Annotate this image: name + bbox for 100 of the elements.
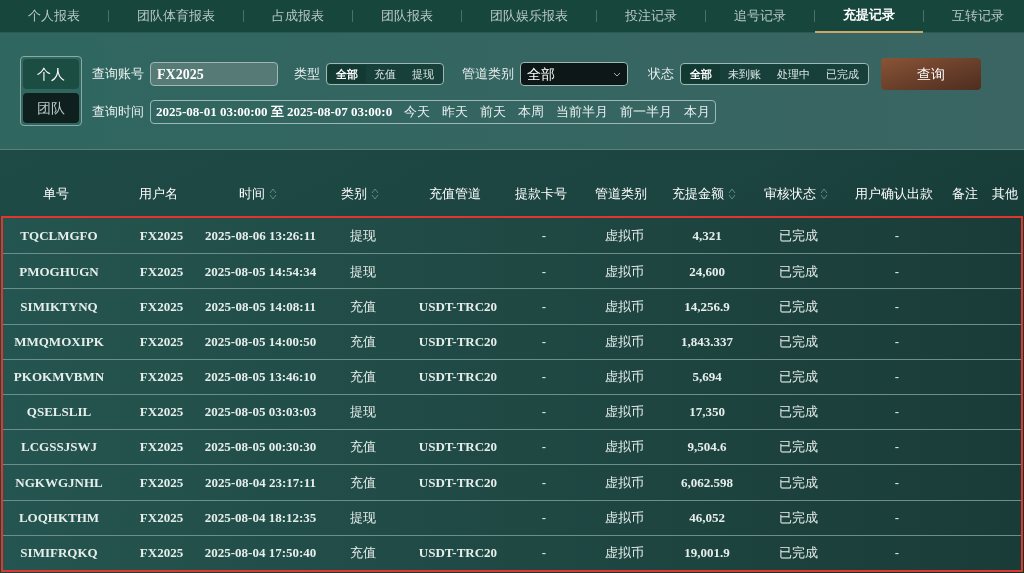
table-cell-text: USDT-TRC20 (418, 544, 498, 563)
table-cell-text: 已完成 (779, 262, 818, 281)
column-header[interactable]: 审核状态 (763, 184, 828, 204)
table-cell-text: 17,350 (689, 403, 725, 422)
tab[interactable]: 团队体育报表 (109, 0, 243, 33)
tab[interactable]: 个人报表 (0, 0, 108, 33)
column-header[interactable]: 单号 (43, 184, 69, 204)
segment-option[interactable]: 全部 (328, 65, 366, 83)
table-cell-text: - (541, 262, 547, 281)
quick-range-link[interactable]: 本月 (684, 102, 711, 122)
table-cell-text: 虚拟币 (604, 544, 644, 563)
scope-button[interactable]: 团队 (23, 93, 79, 123)
table-cell-text: 充值 (350, 438, 376, 457)
field-label: 状态 (648, 65, 674, 84)
segment-option[interactable]: 充值 (366, 65, 404, 83)
table-cell-text: 已完成 (779, 332, 818, 351)
table-cell-text: - (894, 403, 900, 422)
tab[interactable]: 团队娱乐报表 (462, 0, 596, 33)
table-cell-text: - (541, 438, 547, 457)
table-cell-text: - (541, 508, 547, 527)
pipe-select[interactable]: 全部 (520, 62, 628, 86)
table-cell-text: USDT-TRC20 (418, 438, 498, 457)
column-header[interactable]: 管道类别 (595, 184, 647, 204)
table-cell-text: 2025-08-05 03:03:03 (204, 403, 317, 422)
table-cell-text: 虚拟币 (604, 332, 644, 351)
table-cell-text: 2025-08-04 23:17:11 (205, 473, 316, 492)
chevron-down-icon (613, 71, 621, 77)
segment-option[interactable]: 提现 (404, 65, 442, 83)
account-field[interactable]: FX2025 (150, 62, 278, 86)
date-range-value[interactable]: 2025-08-01 03:00:00 至 2025-08-07 03:00:0 (156, 102, 393, 122)
table-cell-text: 虚拟币 (604, 226, 644, 245)
table-cell-text: - (894, 508, 900, 527)
tab[interactable]: 追号记录 (706, 0, 814, 33)
sort-icon[interactable] (371, 188, 379, 200)
table-cell-text: USDT-TRC20 (418, 368, 498, 387)
quick-range-link[interactable]: 昨天 (442, 102, 469, 122)
table-cell-text: - (541, 297, 547, 316)
table-cell-text: - (894, 473, 900, 492)
field-label: 类型 (294, 65, 320, 84)
column-header[interactable]: 其他 (991, 184, 1018, 204)
table-cell-text: 虚拟币 (604, 262, 644, 281)
column-header[interactable]: 提款卡号 (515, 184, 567, 204)
tab[interactable]: 占成报表 (244, 0, 352, 33)
table-cell-text: - (894, 262, 900, 281)
table-cell-text: 4,321 (692, 226, 722, 245)
column-header[interactable]: 用户确认出款 (855, 184, 933, 204)
table-cell-text: LOQHKTHM (18, 508, 100, 527)
sort-icon[interactable] (268, 188, 277, 200)
segment-option[interactable]: 已完成 (818, 65, 867, 83)
table-cell-text: SIMIFRQKQ (20, 544, 98, 563)
tab[interactable]: 互转记录 (924, 0, 1024, 33)
table-cell-text: 虚拟币 (604, 473, 644, 492)
segment-option[interactable]: 全部 (682, 65, 720, 83)
table-cell-text: 充值 (350, 368, 376, 387)
scope-button[interactable]: 个人 (23, 59, 79, 89)
table-cell-text: 充值 (350, 544, 376, 563)
table-cell-text: - (541, 403, 547, 422)
column-header[interactable]: 充值管道 (429, 184, 481, 204)
sort-icon[interactable] (819, 188, 828, 200)
table-cell-text: USDT-TRC20 (418, 473, 498, 492)
table-cell-text: 已完成 (779, 473, 818, 492)
table-cell-text: - (541, 368, 547, 387)
segment-option[interactable]: 处理中 (769, 65, 818, 83)
column-header[interactable]: 类别 (341, 184, 379, 204)
table-cell-text: 提现 (350, 403, 376, 422)
table-cell-text: 充值 (350, 332, 376, 351)
table-cell-text: MMQMOXIPK (14, 332, 104, 351)
table-cell-text: 虚拟币 (604, 403, 644, 422)
column-header[interactable]: 充提金额 (672, 184, 736, 204)
column-header[interactable]: 备注 (952, 184, 978, 204)
quick-range-link[interactable]: 前天 (480, 102, 507, 122)
tab[interactable]: 投注记录 (597, 0, 705, 33)
table-cell-text: 5,694 (692, 368, 722, 387)
field-label: 管道类别 (462, 65, 514, 84)
sort-icon[interactable] (728, 188, 736, 200)
table-cell-text: - (894, 544, 900, 563)
column-header[interactable]: 用户名 (139, 184, 178, 204)
table-cell-text: 提现 (350, 226, 376, 245)
table-cell-text: 提现 (350, 262, 376, 281)
table-cell-text: 虚拟币 (604, 297, 644, 316)
table-cell-text: - (541, 473, 547, 492)
quick-range-link[interactable]: 当前半月 (556, 102, 609, 122)
table-cell-text: NGKWGJNHL (15, 473, 103, 492)
quick-range-link[interactable]: 本周 (518, 102, 545, 122)
column-header[interactable]: 时间 (238, 184, 277, 204)
table-cell-text: TQCLMGFO (20, 226, 98, 245)
table-cell-text: FX2025 (139, 508, 184, 527)
table-cell-text: FX2025 (139, 332, 184, 351)
table-cell-text: 虚拟币 (604, 368, 644, 387)
table-cell-text: FX2025 (139, 403, 184, 422)
table-cell-text: 2025-08-05 14:08:11 (205, 297, 316, 316)
quick-range-link[interactable]: 今天 (404, 102, 431, 122)
segment-option[interactable]: 未到账 (720, 65, 769, 83)
quick-range-link[interactable]: 前一半月 (620, 102, 673, 122)
table-cell-text: - (894, 332, 900, 351)
tab[interactable]: 团队报表 (353, 0, 461, 33)
query-button[interactable]: 查询 (881, 58, 981, 90)
table-cell-text: 2025-08-05 14:00:50 (204, 332, 317, 351)
table-cell-text: 已完成 (779, 403, 818, 422)
table-cell-text: 已完成 (779, 508, 818, 527)
